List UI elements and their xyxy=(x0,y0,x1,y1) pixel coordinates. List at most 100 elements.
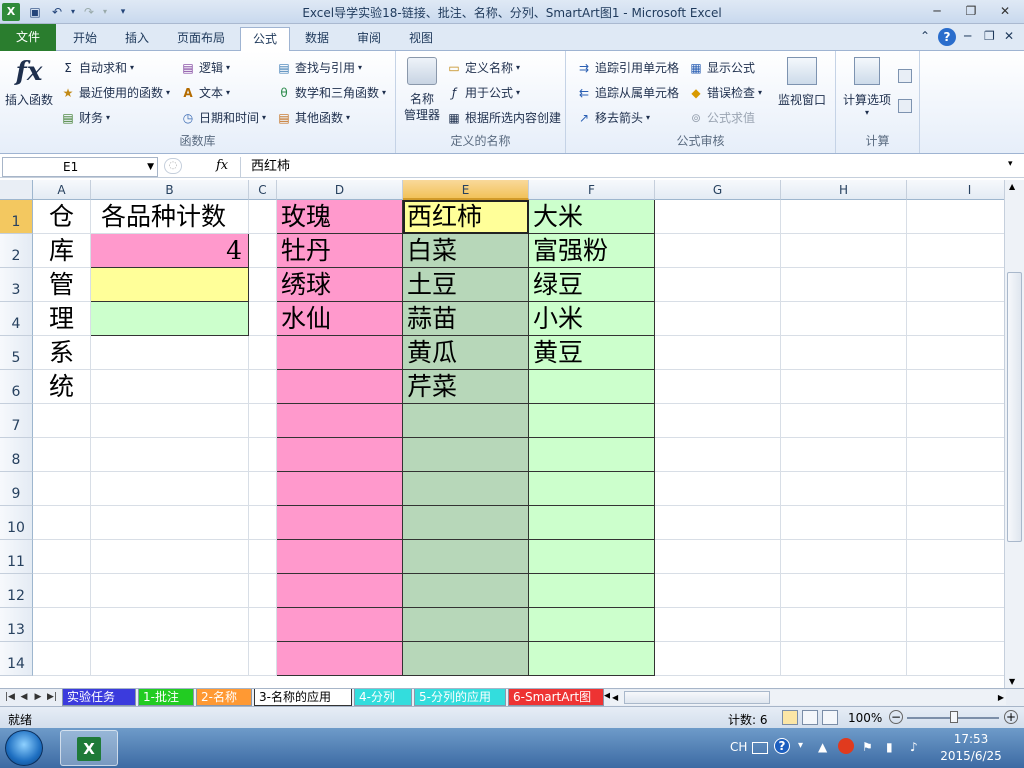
cell-c8[interactable] xyxy=(249,438,277,472)
row-header-6[interactable]: 6 xyxy=(0,370,33,404)
cell-e12[interactable] xyxy=(403,574,529,608)
column-header-d[interactable]: D xyxy=(277,180,403,200)
cell-f2[interactable]: 富强粉 xyxy=(529,234,655,268)
formula-bar-expand-icon[interactable]: ▾ xyxy=(1008,159,1013,169)
datetime-button[interactable]: ◷ 日期和时间 ▾ xyxy=(180,109,266,126)
cell-a3[interactable]: 管 xyxy=(33,268,91,302)
cell-c2[interactable] xyxy=(249,234,277,268)
cell-f4[interactable]: 小米 xyxy=(529,302,655,336)
sheet-tab-2[interactable]: 1-批注 xyxy=(138,689,194,706)
row-header-9[interactable]: 9 xyxy=(0,472,33,506)
cell-g8[interactable] xyxy=(655,438,781,472)
cell-g14[interactable] xyxy=(655,642,781,676)
cell-a13[interactable] xyxy=(33,608,91,642)
cell-d4[interactable]: 水仙 xyxy=(277,302,403,336)
cell-g6[interactable] xyxy=(655,370,781,404)
cell-d13[interactable] xyxy=(277,608,403,642)
column-header-b[interactable]: B xyxy=(91,180,249,200)
cell-b13[interactable] xyxy=(91,608,249,642)
cell-f13[interactable] xyxy=(529,608,655,642)
more-functions-button[interactable]: ▤ 其他函数 ▾ xyxy=(276,109,350,126)
row-header-10[interactable]: 10 xyxy=(0,506,33,540)
cell-i1[interactable] xyxy=(907,200,1004,234)
show-hidden-icons-icon[interactable]: ▲ xyxy=(818,740,827,754)
security-tray-icon[interactable] xyxy=(838,738,854,754)
zoom-out-icon[interactable]: − xyxy=(889,710,903,724)
name-box-dropdown-icon[interactable]: ▼ xyxy=(147,158,154,176)
vertical-scroll-thumb[interactable] xyxy=(1007,272,1022,542)
cell-b5[interactable] xyxy=(91,336,249,370)
cell-a14[interactable] xyxy=(33,642,91,676)
column-header-g[interactable]: G xyxy=(655,180,781,200)
cell-b9[interactable] xyxy=(91,472,249,506)
cell-h11[interactable] xyxy=(781,540,907,574)
cell-b12[interactable] xyxy=(91,574,249,608)
cell-i6[interactable] xyxy=(907,370,1004,404)
cell-e14[interactable] xyxy=(403,642,529,676)
cell-h6[interactable] xyxy=(781,370,907,404)
cell-f14[interactable] xyxy=(529,642,655,676)
column-header-i[interactable]: I xyxy=(907,180,1004,200)
cell-i13[interactable] xyxy=(907,608,1004,642)
ime-options-icon[interactable]: ▾ xyxy=(798,740,803,751)
zoom-slider-thumb[interactable] xyxy=(950,711,958,723)
cell-f3[interactable]: 绿豆 xyxy=(529,268,655,302)
remove-arrows-button[interactable]: ↗ 移去箭头 ▾ xyxy=(576,109,650,126)
cell-e5[interactable]: 黄瓜 xyxy=(403,336,529,370)
page-break-view-icon[interactable] xyxy=(822,710,838,725)
cell-g1[interactable] xyxy=(655,200,781,234)
scroll-down-icon[interactable]: ▼ xyxy=(1009,677,1015,686)
cell-i5[interactable] xyxy=(907,336,1004,370)
horizontal-scrollbar[interactable]: ◀ ▶ xyxy=(610,690,1006,705)
cell-c3[interactable] xyxy=(249,268,277,302)
vertical-scrollbar[interactable]: ▲ ▼ xyxy=(1004,180,1024,688)
cell-g10[interactable] xyxy=(655,506,781,540)
cell-c7[interactable] xyxy=(249,404,277,438)
cell-f8[interactable] xyxy=(529,438,655,472)
cell-c10[interactable] xyxy=(249,506,277,540)
cell-d9[interactable] xyxy=(277,472,403,506)
cell-h13[interactable] xyxy=(781,608,907,642)
cell-c6[interactable] xyxy=(249,370,277,404)
cell-d11[interactable] xyxy=(277,540,403,574)
text-button[interactable]: A 文本 ▾ xyxy=(180,84,230,101)
zoom-level[interactable]: 100% xyxy=(848,711,882,725)
cell-b4[interactable] xyxy=(91,302,249,336)
normal-view-icon[interactable] xyxy=(782,710,798,725)
cell-e6[interactable]: 芹菜 xyxy=(403,370,529,404)
calculate-now-icon[interactable] xyxy=(898,69,912,83)
zoom-in-icon[interactable]: + xyxy=(1004,710,1018,724)
cell-h1[interactable] xyxy=(781,200,907,234)
cell-h12[interactable] xyxy=(781,574,907,608)
row-header-8[interactable]: 8 xyxy=(0,438,33,472)
calculation-options-button[interactable]: 计算选项 ▾ xyxy=(838,57,896,117)
show-formulas-button[interactable]: ▦ 显示公式 xyxy=(688,59,755,76)
cell-a9[interactable] xyxy=(33,472,91,506)
cell-c5[interactable] xyxy=(249,336,277,370)
ribbon-minimize-icon[interactable]: ⌃ xyxy=(920,29,930,43)
horizontal-scroll-thumb[interactable] xyxy=(624,691,770,704)
cell-a12[interactable] xyxy=(33,574,91,608)
workbook-close-icon[interactable]: ✕ xyxy=(1004,29,1014,43)
cell-a2[interactable]: 库 xyxy=(33,234,91,268)
sheet-tab-1[interactable]: 实验任务 xyxy=(62,689,136,706)
formula-input[interactable]: 西红柿 xyxy=(240,157,1010,177)
network-icon[interactable]: ▮ xyxy=(886,740,893,754)
logical-button[interactable]: ▤ 逻辑 ▾ xyxy=(180,59,230,76)
row-header-14[interactable]: 14 xyxy=(0,642,33,676)
tab-insert[interactable]: 插入 xyxy=(112,27,162,51)
cell-e7[interactable] xyxy=(403,404,529,438)
define-name-button[interactable]: ▭ 定义名称 ▾ xyxy=(446,59,520,76)
cell-i8[interactable] xyxy=(907,438,1004,472)
column-header-f[interactable]: F xyxy=(529,180,655,200)
cell-f11[interactable] xyxy=(529,540,655,574)
row-header-5[interactable]: 5 xyxy=(0,336,33,370)
cell-b10[interactable] xyxy=(91,506,249,540)
page-layout-view-icon[interactable] xyxy=(802,710,818,725)
cell-c1[interactable] xyxy=(249,200,277,234)
column-header-a[interactable]: A xyxy=(33,180,91,200)
cell-h9[interactable] xyxy=(781,472,907,506)
calculate-sheet-icon[interactable] xyxy=(898,99,912,113)
cell-a6[interactable]: 统 xyxy=(33,370,91,404)
cell-e13[interactable] xyxy=(403,608,529,642)
